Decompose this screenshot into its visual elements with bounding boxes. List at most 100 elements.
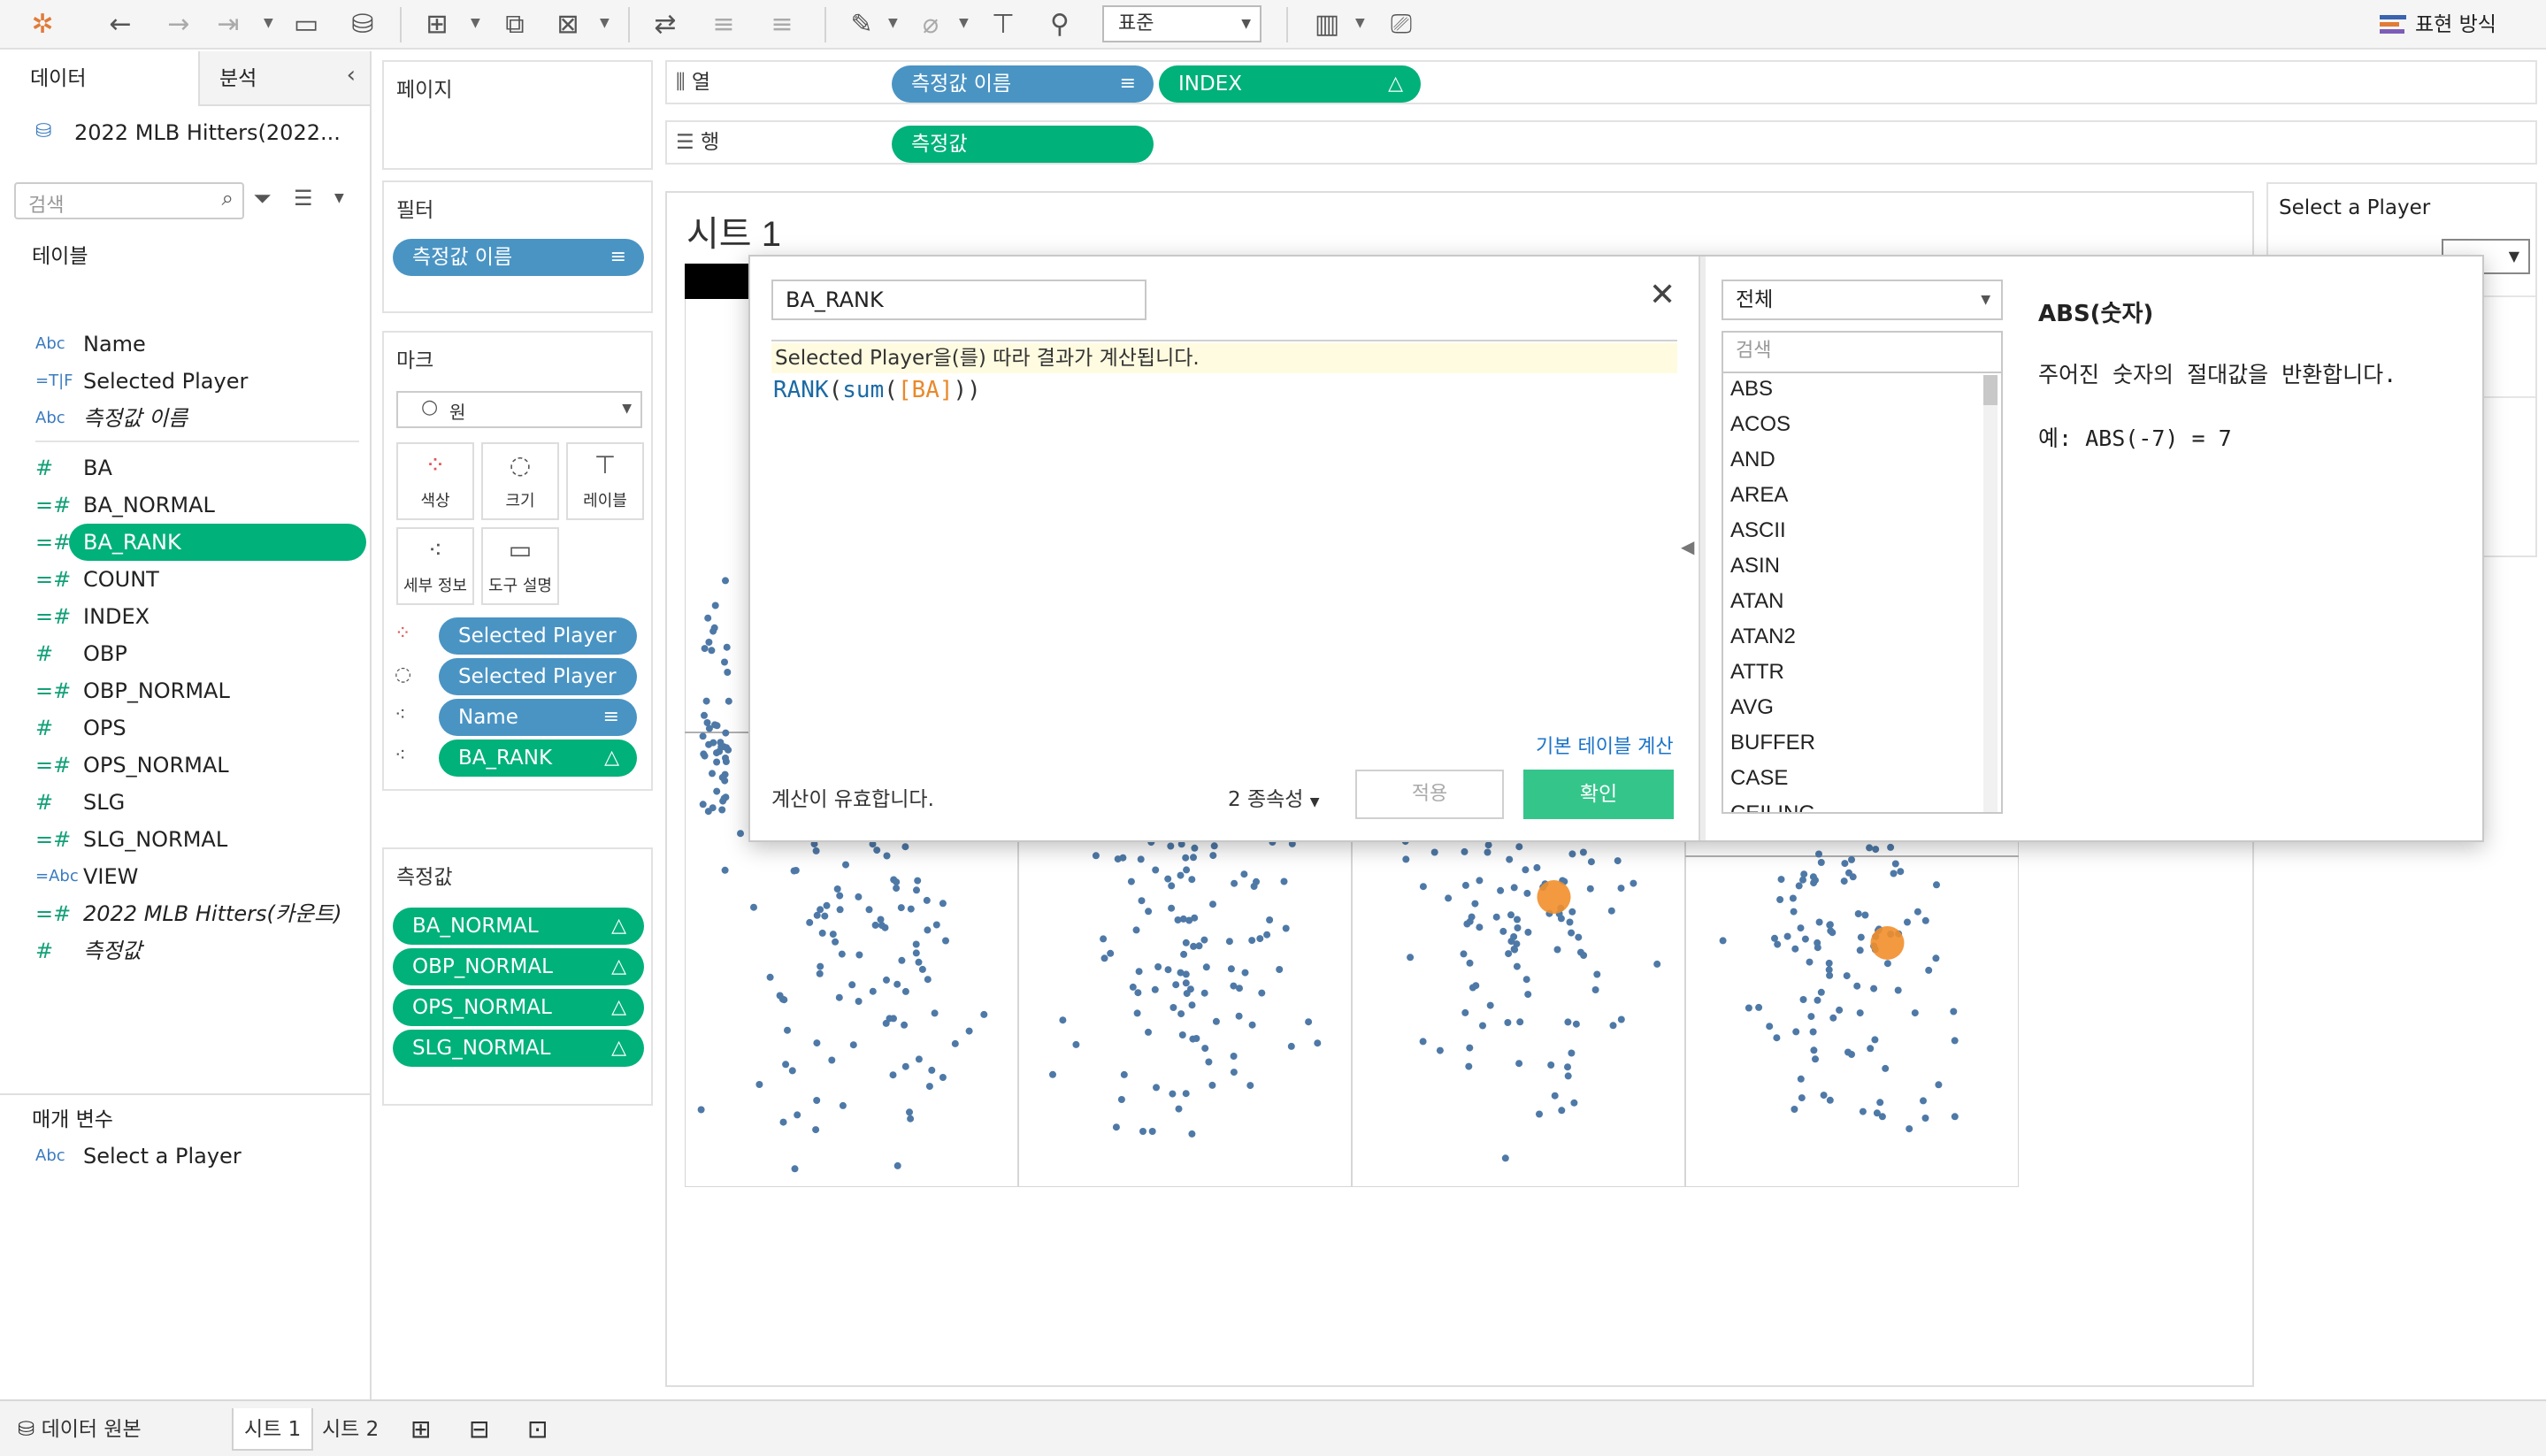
filter-icon[interactable]: ⏷ bbox=[253, 186, 272, 213]
field-item[interactable]: Abc 측정값 이름 bbox=[0, 400, 370, 437]
highlight-icon[interactable]: ✎ bbox=[846, 9, 878, 41]
tableau-logo-icon[interactable]: ✲ bbox=[27, 9, 58, 41]
field-item[interactable]: =# SLG_NORMAL bbox=[0, 821, 370, 858]
highlight-dropdown-icon[interactable]: ▼ bbox=[888, 16, 898, 30]
show-mark-labels-icon[interactable]: ⊤ bbox=[987, 9, 1019, 41]
new-datasource-icon[interactable]: ⛁ bbox=[347, 9, 379, 41]
field-item[interactable]: =# BA_NORMAL bbox=[0, 487, 370, 524]
function-item[interactable]: AND bbox=[1730, 448, 1775, 472]
datasource-tab[interactable]: ⛁ 데이터 원본 bbox=[7, 1408, 152, 1451]
field-search-input[interactable]: 검색 ⌕ bbox=[14, 182, 244, 219]
group-members-icon[interactable]: ⌀ bbox=[915, 9, 947, 41]
close-icon[interactable]: ✕ bbox=[1649, 278, 1676, 313]
marks-pill-detail[interactable]: Name ≡ bbox=[439, 699, 637, 736]
function-list-scrollbar[interactable] bbox=[1983, 375, 1998, 812]
datasource-name[interactable]: 2022 MLB Hitters(2022... bbox=[74, 120, 341, 145]
function-item[interactable]: AREA bbox=[1730, 483, 1788, 508]
clear-sheet-dropdown-icon[interactable]: ▼ bbox=[600, 16, 610, 30]
columns-pill[interactable]: INDEX △ bbox=[1159, 65, 1421, 103]
scrollbar-thumb[interactable] bbox=[1983, 375, 1998, 405]
columns-shelf[interactable]: ⫼ 열 측정값 이름 ≡ INDEX △ bbox=[665, 60, 2537, 104]
field-item[interactable]: =T|F Selected Player bbox=[0, 363, 370, 400]
field-item[interactable]: =Abc VIEW bbox=[0, 858, 370, 895]
function-search-input[interactable]: 검색 bbox=[1722, 331, 2003, 372]
redo-icon[interactable]: → bbox=[163, 9, 195, 41]
filter-pill[interactable]: 측정값 이름 ≡ bbox=[393, 239, 644, 276]
field-item[interactable]: =# COUNT bbox=[0, 561, 370, 598]
label-button[interactable]: ⊤ 레이블 bbox=[566, 442, 644, 520]
tooltip-button[interactable]: ▭ 도구 설명 bbox=[481, 527, 559, 605]
function-item[interactable]: ATAN2 bbox=[1730, 625, 1796, 649]
marks-pill-color[interactable]: Selected Player bbox=[439, 617, 637, 655]
function-item[interactable]: CASE bbox=[1730, 766, 1788, 791]
show-cards-dropdown-icon[interactable]: ▼ bbox=[1355, 16, 1365, 30]
measure-pill[interactable]: SLG_NORMAL △ bbox=[393, 1030, 644, 1067]
measure-pill[interactable]: OPS_NORMAL △ bbox=[393, 989, 644, 1026]
function-item[interactable]: ABS bbox=[1730, 377, 1773, 402]
field-item[interactable]: # OPS bbox=[0, 709, 370, 747]
calculation-name-input[interactable]: BA_RANK bbox=[771, 280, 1146, 320]
measure-pill[interactable]: OBP_NORMAL △ bbox=[393, 948, 644, 985]
fit-select[interactable]: 표준 ▼ bbox=[1102, 5, 1261, 42]
new-story-icon[interactable]: ⊡ bbox=[517, 1408, 558, 1451]
columns-pill[interactable]: 측정값 이름 ≡ bbox=[892, 65, 1154, 103]
new-worksheet-dropdown-icon[interactable]: ▼ bbox=[471, 16, 480, 30]
panel-splitter[interactable]: ◀ bbox=[1681, 257, 1706, 840]
size-button[interactable]: ◌ 크기 bbox=[481, 442, 559, 520]
function-item[interactable]: CEILING bbox=[1730, 801, 1815, 812]
marks-pill-size[interactable]: Selected Player bbox=[439, 658, 637, 695]
marks-pill-detail-rank[interactable]: BA_RANK △ bbox=[439, 739, 637, 777]
function-category-select[interactable]: 전체 ▼ bbox=[1722, 280, 2003, 320]
replay-dropdown-icon[interactable]: ▼ bbox=[264, 16, 273, 30]
sort-descending-icon[interactable]: ≡ bbox=[766, 9, 798, 41]
sheet-tab-1[interactable]: 시트 1 bbox=[232, 1408, 314, 1451]
function-list[interactable]: ABS ACOS AND AREA ASCII ASIN ATAN ATAN2 ATTR AVG B… bbox=[1722, 372, 2003, 814]
new-dashboard-icon[interactable]: ⊟ bbox=[458, 1408, 500, 1451]
rows-pill[interactable]: 측정값 bbox=[892, 126, 1154, 163]
parameter-item[interactable]: Abc Select a Player bbox=[0, 1138, 370, 1175]
view-options-icon[interactable]: ☰ bbox=[294, 186, 313, 211]
field-item[interactable]: Abc Name bbox=[0, 326, 370, 363]
fix-axes-icon[interactable]: ⚲ bbox=[1044, 9, 1076, 41]
data-tab[interactable]: 데이터 bbox=[0, 51, 200, 106]
field-item[interactable]: =# BA_RANK bbox=[35, 524, 366, 561]
color-button[interactable]: ⁘ 색상 bbox=[396, 442, 474, 520]
new-worksheet-icon[interactable]: ⊞ bbox=[421, 9, 453, 41]
field-item[interactable]: =# 2022 MLB Hitters(카운트) bbox=[0, 895, 370, 932]
view-options-dropdown-icon[interactable]: ▼ bbox=[334, 191, 344, 205]
group-dropdown-icon[interactable]: ▼ bbox=[959, 16, 969, 30]
clear-sheet-icon[interactable]: ⊠ bbox=[552, 9, 584, 41]
collapse-pane-icon[interactable]: ‹ bbox=[347, 62, 356, 88]
rows-shelf[interactable]: ☰ 행 측정값 bbox=[665, 120, 2537, 165]
dependencies-dropdown[interactable]: 2 종속성 ▼ bbox=[1228, 782, 1320, 812]
field-item[interactable]: # SLG bbox=[0, 784, 370, 821]
function-item[interactable]: ATAN bbox=[1730, 589, 1783, 614]
save-icon[interactable]: ▭ bbox=[290, 9, 322, 41]
function-item[interactable]: ASIN bbox=[1730, 554, 1780, 579]
sort-ascending-icon[interactable]: ≡ bbox=[708, 9, 740, 41]
function-item[interactable]: ATTR bbox=[1730, 660, 1784, 685]
field-item[interactable]: # OBP bbox=[0, 635, 370, 672]
show-cards-icon[interactable]: ▥ bbox=[1311, 9, 1343, 41]
duplicate-sheet-icon[interactable]: ⧉ bbox=[499, 9, 531, 41]
formula-editor[interactable]: RANK(sum([BA])) bbox=[773, 377, 981, 403]
collapse-arrow-icon[interactable]: ◀ bbox=[1681, 536, 1694, 557]
replay-icon[interactable]: ⇥ bbox=[212, 9, 244, 41]
analytics-tab[interactable]: 분석 ‹ bbox=[200, 51, 370, 106]
presentation-mode-icon[interactable]: ⎚ bbox=[1385, 9, 1417, 41]
mark-type-select[interactable]: ○ 원 ▼ bbox=[396, 391, 642, 428]
undo-icon[interactable]: ← bbox=[104, 9, 136, 41]
new-worksheet-icon[interactable]: ⊞ bbox=[400, 1408, 441, 1451]
function-item[interactable]: ACOS bbox=[1730, 412, 1791, 437]
field-item[interactable]: # BA bbox=[0, 449, 370, 487]
field-item[interactable]: # 측정값 bbox=[0, 932, 370, 969]
default-table-calc-link[interactable]: 기본 테이블 계산 bbox=[1536, 731, 1674, 759]
function-item[interactable]: AVG bbox=[1730, 695, 1774, 720]
detail-button[interactable]: ⁖ 세부 정보 bbox=[396, 527, 474, 605]
function-item[interactable]: BUFFER bbox=[1730, 731, 1815, 755]
swap-rows-columns-icon[interactable]: ⇄ bbox=[649, 9, 681, 41]
apply-button[interactable]: 적용 bbox=[1355, 770, 1504, 819]
show-me-button[interactable]: 표현 방식 bbox=[2380, 9, 2496, 41]
function-item[interactable]: ASCII bbox=[1730, 518, 1786, 543]
field-item[interactable]: =# OBP_NORMAL bbox=[0, 672, 370, 709]
